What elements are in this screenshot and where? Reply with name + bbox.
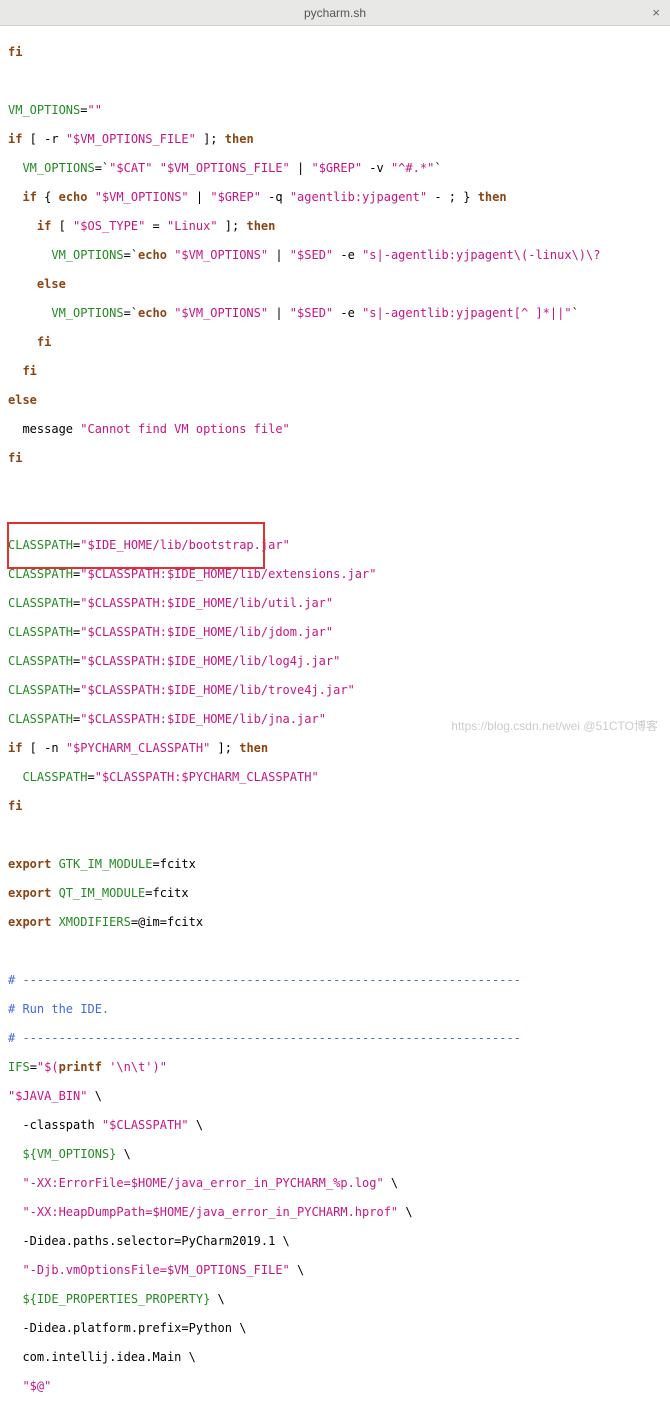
window-titlebar: pycharm.sh × — [0, 0, 670, 26]
code-line — [8, 828, 662, 843]
code-line: export GTK_IM_MODULE=fcitx — [8, 857, 662, 872]
code-line: # Run the IDE. — [8, 1002, 662, 1017]
code-line: -Didea.paths.selector=PyCharm2019.1 \ — [8, 1234, 662, 1249]
code-line — [8, 480, 662, 495]
code-line: else — [8, 393, 662, 408]
code-line: fi — [8, 364, 662, 379]
code-line: if { echo "$VM_OPTIONS" | "$GREP" -q "ag… — [8, 190, 662, 205]
code-line: CLASSPATH="$IDE_HOME/lib/bootstrap.jar" — [8, 538, 662, 553]
code-line: fi — [8, 451, 662, 466]
code-line: -classpath "$CLASSPATH" \ — [8, 1118, 662, 1133]
window-title: pycharm.sh — [304, 6, 366, 20]
code-line: VM_OPTIONS="" — [8, 103, 662, 118]
code-line: CLASSPATH="$CLASSPATH:$IDE_HOME/lib/log4… — [8, 654, 662, 669]
code-line — [8, 74, 662, 89]
code-line: CLASSPATH="$CLASSPATH:$IDE_HOME/lib/jdom… — [8, 625, 662, 640]
code-line: "$JAVA_BIN" \ — [8, 1089, 662, 1104]
code-line: -Didea.platform.prefix=Python \ — [8, 1321, 662, 1336]
code-line: "$@" — [8, 1379, 662, 1394]
code-line: export QT_IM_MODULE=fcitx — [8, 886, 662, 901]
code-line: ${IDE_PROPERTIES_PROPERTY} \ — [8, 1292, 662, 1307]
code-line: CLASSPATH="$CLASSPATH:$PYCHARM_CLASSPATH… — [8, 770, 662, 785]
code-line: IFS="$(printf '\n\t')" — [8, 1060, 662, 1075]
code-line: "-XX:HeapDumpPath=$HOME/java_error_in_PY… — [8, 1205, 662, 1220]
code-line: fi — [8, 45, 662, 60]
code-line: VM_OPTIONS=`echo "$VM_OPTIONS" | "$SED" … — [8, 306, 662, 321]
code-line: message "Cannot find VM options file" — [8, 422, 662, 437]
code-line: CLASSPATH="$CLASSPATH:$IDE_HOME/lib/trov… — [8, 683, 662, 698]
code-line: if [ -r "$VM_OPTIONS_FILE" ]; then — [8, 132, 662, 147]
code-line: "-Djb.vmOptionsFile=$VM_OPTIONS_FILE" \ — [8, 1263, 662, 1278]
code-line: export XMODIFIERS=@im=fcitx — [8, 915, 662, 930]
code-line: fi — [8, 335, 662, 350]
code-line: # --------------------------------------… — [8, 1031, 662, 1046]
code-line: fi — [8, 799, 662, 814]
code-line: if [ "$OS_TYPE" = "Linux" ]; then — [8, 219, 662, 234]
code-line — [8, 944, 662, 959]
code-line: "-XX:ErrorFile=$HOME/java_error_in_PYCHA… — [8, 1176, 662, 1191]
code-line: ${VM_OPTIONS} \ — [8, 1147, 662, 1162]
code-line: if [ -n "$PYCHARM_CLASSPATH" ]; then — [8, 741, 662, 756]
code-line: CLASSPATH="$CLASSPATH:$IDE_HOME/lib/exte… — [8, 567, 662, 582]
code-line: else — [8, 277, 662, 292]
code-line: com.intellij.idea.Main \ — [8, 1350, 662, 1365]
code-line: VM_OPTIONS=`"$CAT" "$VM_OPTIONS_FILE" | … — [8, 161, 662, 176]
code-line: VM_OPTIONS=`echo "$VM_OPTIONS" | "$SED" … — [8, 248, 662, 263]
close-icon[interactable]: × — [652, 5, 660, 20]
code-line: # --------------------------------------… — [8, 973, 662, 988]
code-line: CLASSPATH="$CLASSPATH:$IDE_HOME/lib/util… — [8, 596, 662, 611]
code-line — [8, 509, 662, 524]
watermark-text: https://blog.csdn.net/wei @51CTO博客 — [451, 717, 658, 734]
